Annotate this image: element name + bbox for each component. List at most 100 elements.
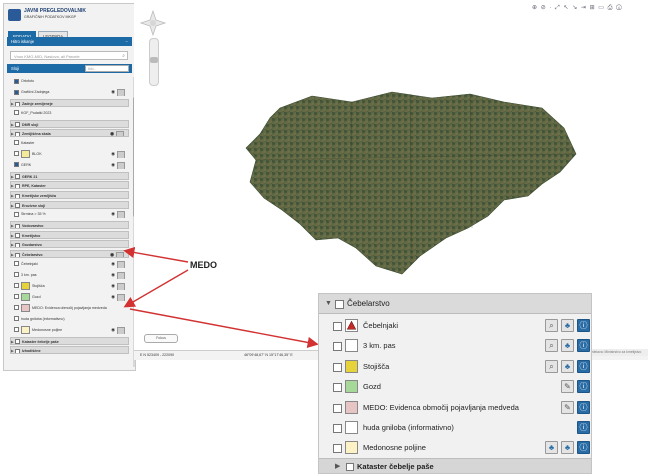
zoom-layer-checkbox[interactable] [333,403,342,413]
layer-tree-icon[interactable]: ♣ [561,319,574,332]
zoom-layer-checkbox[interactable] [333,444,342,454]
layer-checkbox[interactable] [14,327,19,333]
expand-triangle-icon[interactable]: ▼ [325,294,332,313]
layers-header[interactable]: Sloji Išči... [7,64,132,73]
zoom-to-layer-icon[interactable]: ⌕ [545,339,558,353]
layer-checkbox[interactable] [15,242,20,248]
visibility-eye-icon[interactable]: ◉ [111,161,115,169]
layer-group-row[interactable]: ▶ Izhodiščne [10,346,129,355]
layer-checkbox[interactable] [14,316,19,322]
layer-row[interactable]: 3 km. pas ◉ [10,271,129,279]
layer-checkbox[interactable] [14,162,19,168]
layer-checkbox[interactable] [15,101,20,106]
layer-checkbox[interactable] [14,261,19,267]
layer-options-button[interactable] [117,293,125,301]
zoom-to-layer-icon[interactable]: ⌕ [545,359,558,373]
layer-row[interactable]: Kataster [10,139,129,147]
zoom-layer-row[interactable]: MEDO: Evidenca območij pojavljanja medve… [319,398,591,418]
layer-group-row[interactable]: ▶ DMR sloji [10,119,129,128]
layer-checkbox[interactable] [14,78,19,84]
layer-checkbox[interactable] [15,193,20,198]
layer-row[interactable]: GERK ◉ [10,161,129,169]
layer-tree-icon[interactable]: ♣ [561,339,574,353]
layer-tree-icon[interactable]: ♣ [545,441,558,455]
layer-group-row[interactable]: ▶ Kataster čebelje paše [10,336,129,345]
visibility-eye-icon[interactable]: ◉ [111,260,115,268]
zoom-slider-knob[interactable] [150,57,158,63]
layer-checkbox[interactable] [15,174,20,179]
layer-options-button[interactable] [117,150,125,158]
layer-row[interactable]: huda gniloba (informativno) [10,315,129,323]
layer-checkbox[interactable] [14,211,19,217]
visibility-eye-icon[interactable]: ◉ [110,251,114,257]
layer-info-icon[interactable]: ⓘ [577,441,590,455]
layer-row[interactable]: Ortofoto [10,77,129,85]
visibility-eye-icon[interactable]: ◉ [111,282,115,290]
zoom-layer-row[interactable]: huda gniloba (informativno) ⓘ [319,418,591,438]
layer-group-row[interactable]: ▶ Čebelarstvo ◉ [10,250,129,258]
kataster-checkbox[interactable] [346,463,354,471]
layer-checkbox[interactable] [15,233,20,238]
layer-group-row[interactable]: ▶ Vodovarstvo [10,221,129,230]
layer-row[interactable]: BLOK ◉ [10,149,129,158]
layer-checkbox[interactable] [14,305,19,311]
zoom-layer-checkbox[interactable] [333,362,342,372]
map-toolbar[interactable]: ⊕ ⊘ · ⤢ ↖ ↘ ⇥ ⊞ ▭ ⎙ ⓘ [532,4,623,12]
layer-group-row[interactable]: ▶ Kmetijske zemljišča [10,191,129,199]
layer-options-button[interactable] [117,161,125,169]
collapse-icon[interactable]: − [126,37,128,46]
layer-group-row[interactable]: ▶ Gozdarstvo [10,240,129,249]
layer-group-row[interactable]: ▶ Zemljiščna skala ◉ [10,129,129,138]
layer-checkbox[interactable] [14,283,19,289]
layer-checkbox[interactable] [15,252,20,257]
zoom-layer-row[interactable]: Stojišča ⓘ ♣ ⌕ [319,357,591,377]
layer-checkbox[interactable] [15,223,20,229]
pan-compass-icon[interactable] [140,10,166,36]
layer-options-button[interactable] [117,326,125,334]
layer-options-button[interactable] [116,131,124,137]
zoom-layer-row[interactable]: Medonosne poljine ⓘ ♣ ♣ [319,438,591,458]
layer-checkbox[interactable] [15,122,20,127]
edit-layer-icon[interactable]: ✎ [561,380,574,394]
layer-filter-select[interactable]: Išči... [85,65,129,72]
layer-row[interactable]: Strmina > 35 % ◉ [10,210,129,219]
layer-checkbox[interactable] [14,140,19,146]
search-icon[interactable]: ⌕ [122,52,125,61]
layer-row[interactable]: Gozd ◉ [10,292,129,301]
category-checkbox[interactable] [335,300,344,309]
zoom-layer-checkbox[interactable] [333,383,342,393]
layer-options-button[interactable] [117,89,125,96]
layer-options-button[interactable] [117,271,125,279]
layer-row[interactable]: Stojišča ◉ [10,281,129,290]
layer-group-row[interactable]: ▶ GERK 21 [10,171,129,180]
layer-checkbox[interactable] [14,294,19,300]
layer-group-row[interactable]: ▶ Kmetijstvo [10,230,129,239]
layer-row[interactable]: Medonosne poljine ◉ [10,325,129,334]
layer-options-button[interactable] [117,282,125,290]
visibility-eye-icon[interactable]: ◉ [111,150,115,158]
zoom-layer-row[interactable]: 3 km. pas ⓘ ♣ ⌕ [319,336,591,356]
zoom-layer-checkbox[interactable] [333,424,342,433]
quick-search-input[interactable]: Vnos KMG-MID, Naslova, ali Parcele ⌕ [10,51,128,60]
visibility-eye-icon[interactable]: ◉ [111,210,115,218]
layer-checkbox[interactable] [15,131,20,137]
zoom-slider[interactable] [149,38,159,86]
zoom-layer-checkbox[interactable] [333,322,342,331]
layer-checkbox[interactable] [14,89,19,95]
quick-search-header[interactable]: Hitro iskanje − [7,37,132,46]
layer-options-button[interactable] [117,211,125,219]
zoom-layer-row[interactable]: Čebelnjaki ⓘ ♣ ⌕ [319,316,591,336]
layer-checkbox[interactable] [14,272,19,278]
edit-layer-icon[interactable]: ✎ [561,400,574,414]
layer-options-button[interactable] [116,252,124,257]
layer-info-icon[interactable]: ⓘ [577,339,590,353]
layer-info-icon[interactable]: ⓘ [577,421,590,434]
visibility-eye-icon[interactable]: ◉ [110,130,114,136]
layer-tree-icon[interactable]: ♣ [561,359,574,373]
layer-row[interactable]: KGF_Podatki 2023 [10,109,129,117]
visibility-eye-icon[interactable]: ◉ [111,293,115,301]
category-header-cebelarstvo[interactable]: ▼ Čebelarstvo [319,294,591,314]
focus-button[interactable]: Fokus [144,334,178,343]
visibility-eye-icon[interactable]: ◉ [111,271,115,279]
layer-checkbox[interactable] [15,203,20,208]
